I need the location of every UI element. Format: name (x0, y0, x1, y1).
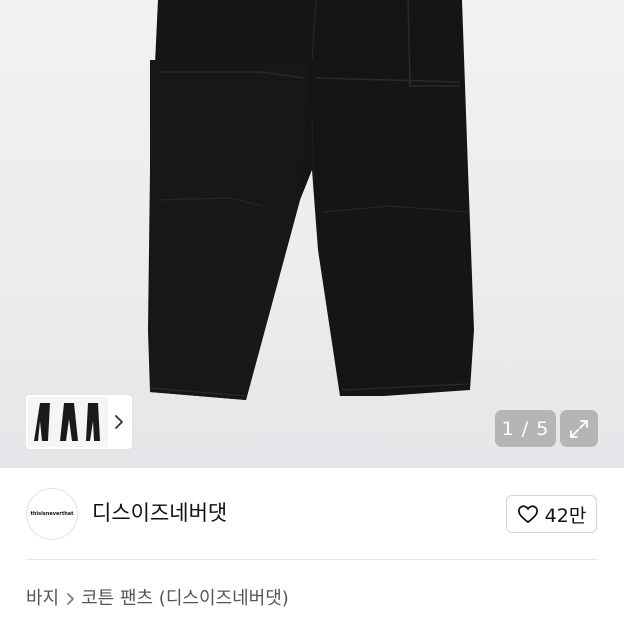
divider (26, 559, 598, 560)
brand-logo-text: thisisneverthat (30, 511, 74, 517)
brand-row: thisisneverthat 디스이즈네버댓 42만 (0, 468, 624, 560)
breadcrumb-product: 코튼 팬츠 (디스이즈네버댓) (81, 588, 289, 609)
chevron-right-icon (65, 592, 75, 606)
heart-outline-icon (517, 505, 538, 524)
chevron-right-icon (115, 415, 123, 429)
breadcrumb: 바지 코튼 팬츠 (디스이즈네버댓) (26, 586, 289, 612)
counter-current: 1 (501, 417, 515, 440)
like-button[interactable]: 42만 (506, 495, 597, 533)
thumbnail-image[interactable] (28, 397, 108, 447)
counter-separator: / (514, 417, 537, 440)
brand-name[interactable]: 디스이즈네버댓 (92, 498, 227, 528)
brand-logo[interactable]: thisisneverthat (26, 488, 78, 540)
image-counter: 1 / 5 (495, 410, 556, 447)
expand-icon (570, 419, 588, 438)
like-count: 42만 (544, 504, 587, 527)
breadcrumb-category[interactable]: 바지 (26, 586, 59, 612)
product-image-gallery[interactable]: 1 / 5 (0, 0, 624, 468)
expand-button[interactable] (560, 410, 598, 447)
counter-total: 5 (536, 417, 550, 440)
thumbnail-next-button[interactable] (108, 405, 130, 439)
